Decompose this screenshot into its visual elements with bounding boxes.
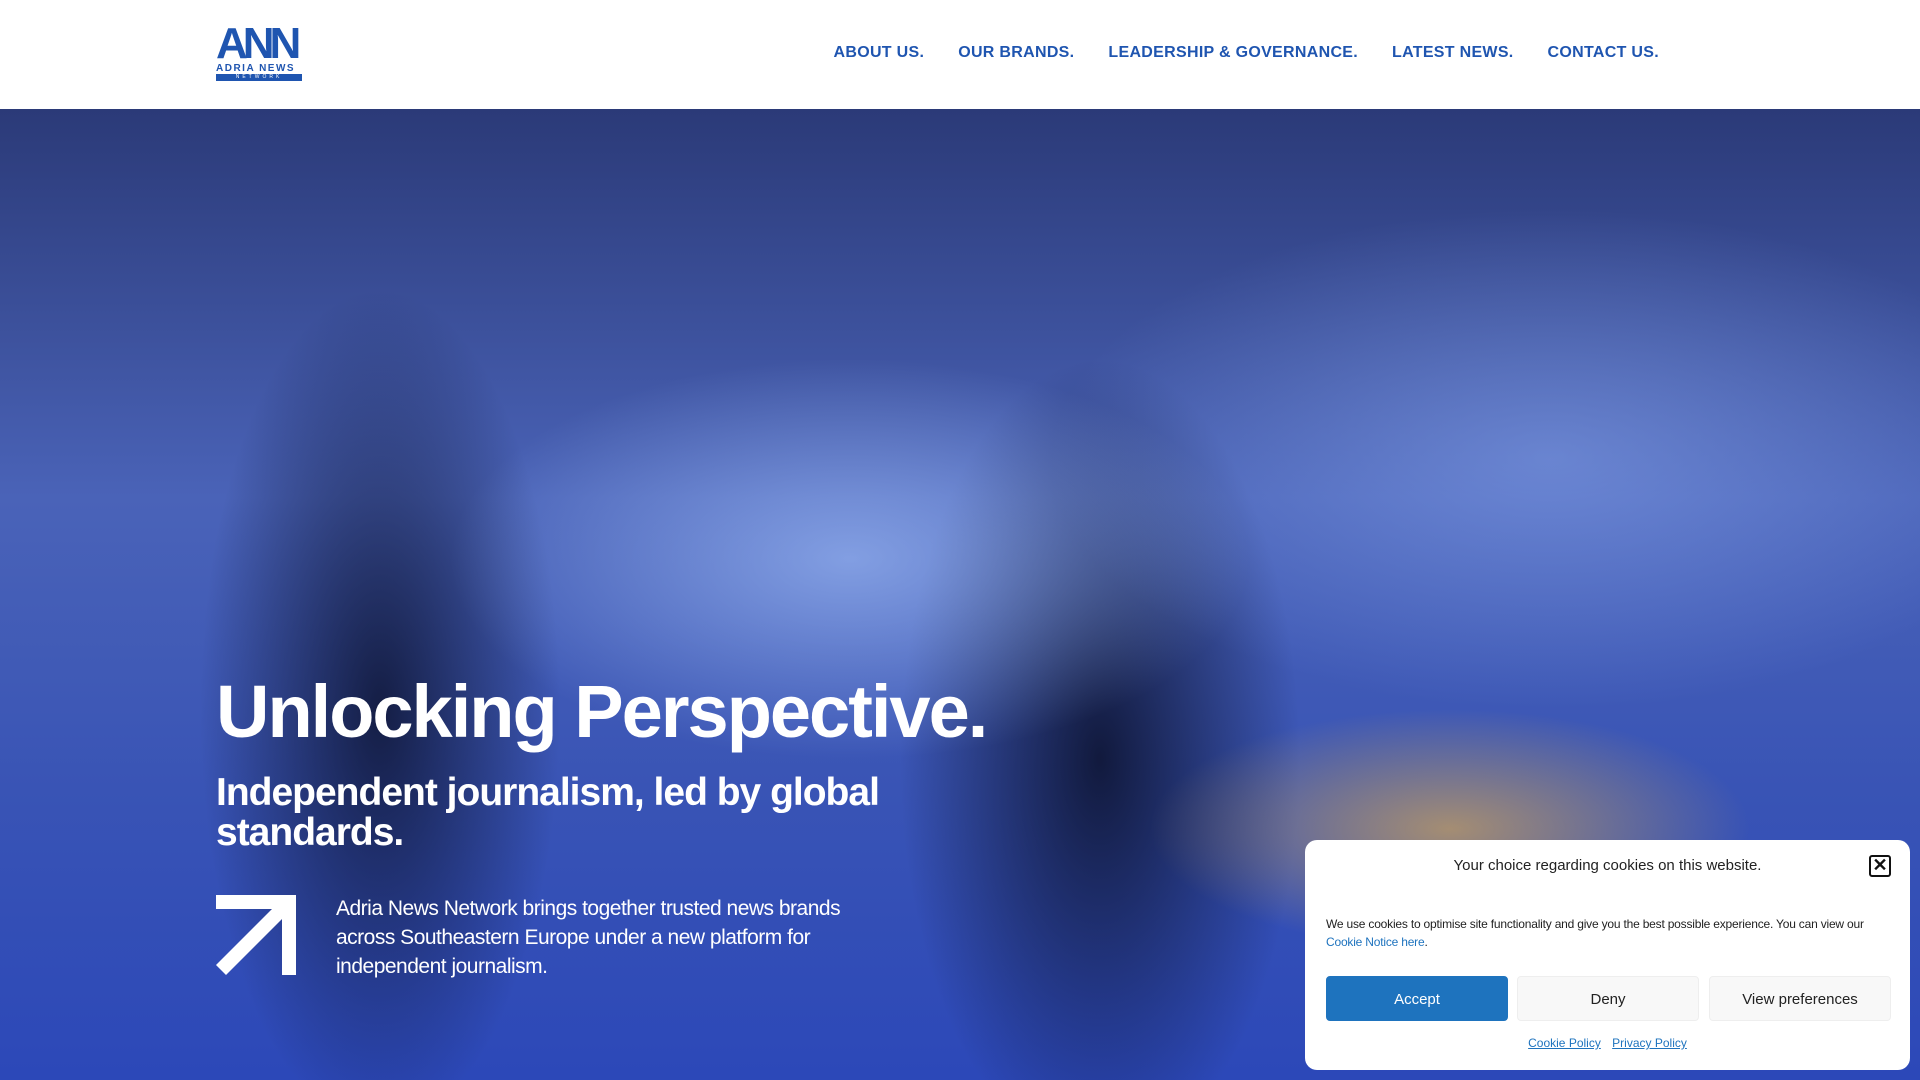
nav-about-us[interactable]: ABOUT US. [834,44,925,62]
cookie-body: We use cookies to optimise site function… [1326,917,1864,931]
accept-button[interactable]: Accept [1326,976,1508,1021]
logo-text: ADRIA NEWS [216,63,296,74]
site-header: ANN ADRIA NEWS NETWORK ABOUT US. OUR BRA… [0,0,1920,109]
hero-title: Unlocking Perspective. [216,670,988,753]
deny-button[interactable]: Deny [1517,976,1699,1021]
nav-contact-us[interactable]: CONTACT US. [1548,44,1659,62]
arrow-up-right-icon [216,895,296,975]
main-nav: ABOUT US. OUR BRANDS. LEADERSHIP & GOVER… [834,44,1660,62]
cookie-banner: Your choice regarding cookies on this we… [1305,840,1910,1070]
privacy-policy-link[interactable]: Privacy Policy [1612,1036,1687,1050]
cookie-notice-link[interactable]: Cookie Notice here [1326,935,1425,949]
nav-our-brands[interactable]: OUR BRANDS. [958,44,1074,62]
cookie-links: Cookie Policy Privacy Policy [1305,1036,1910,1050]
hero-subtitle: Independent journalism, led by global st… [216,771,880,854]
logo-network: NETWORK [216,74,302,81]
ann-logo[interactable]: ANN ADRIA NEWS NETWORK [216,19,302,82]
cookie-text: We use cookies to optimise site function… [1326,915,1896,951]
cookie-period: . [1424,935,1428,949]
nav-leadership-governance[interactable]: LEADERSHIP & GOVERNANCE. [1108,44,1358,62]
close-icon[interactable]: ✕ [1869,855,1891,877]
view-preferences-button[interactable]: View preferences [1709,976,1891,1021]
nav-latest-news[interactable]: LATEST NEWS. [1392,44,1514,62]
hero-description: Adria News Network brings together trust… [336,897,841,978]
cookie-title: Your choice regarding cookies on this we… [1453,857,1762,874]
cookie-policy-link[interactable]: Cookie Policy [1528,1036,1601,1050]
logo-mark: ANN [216,19,301,68]
